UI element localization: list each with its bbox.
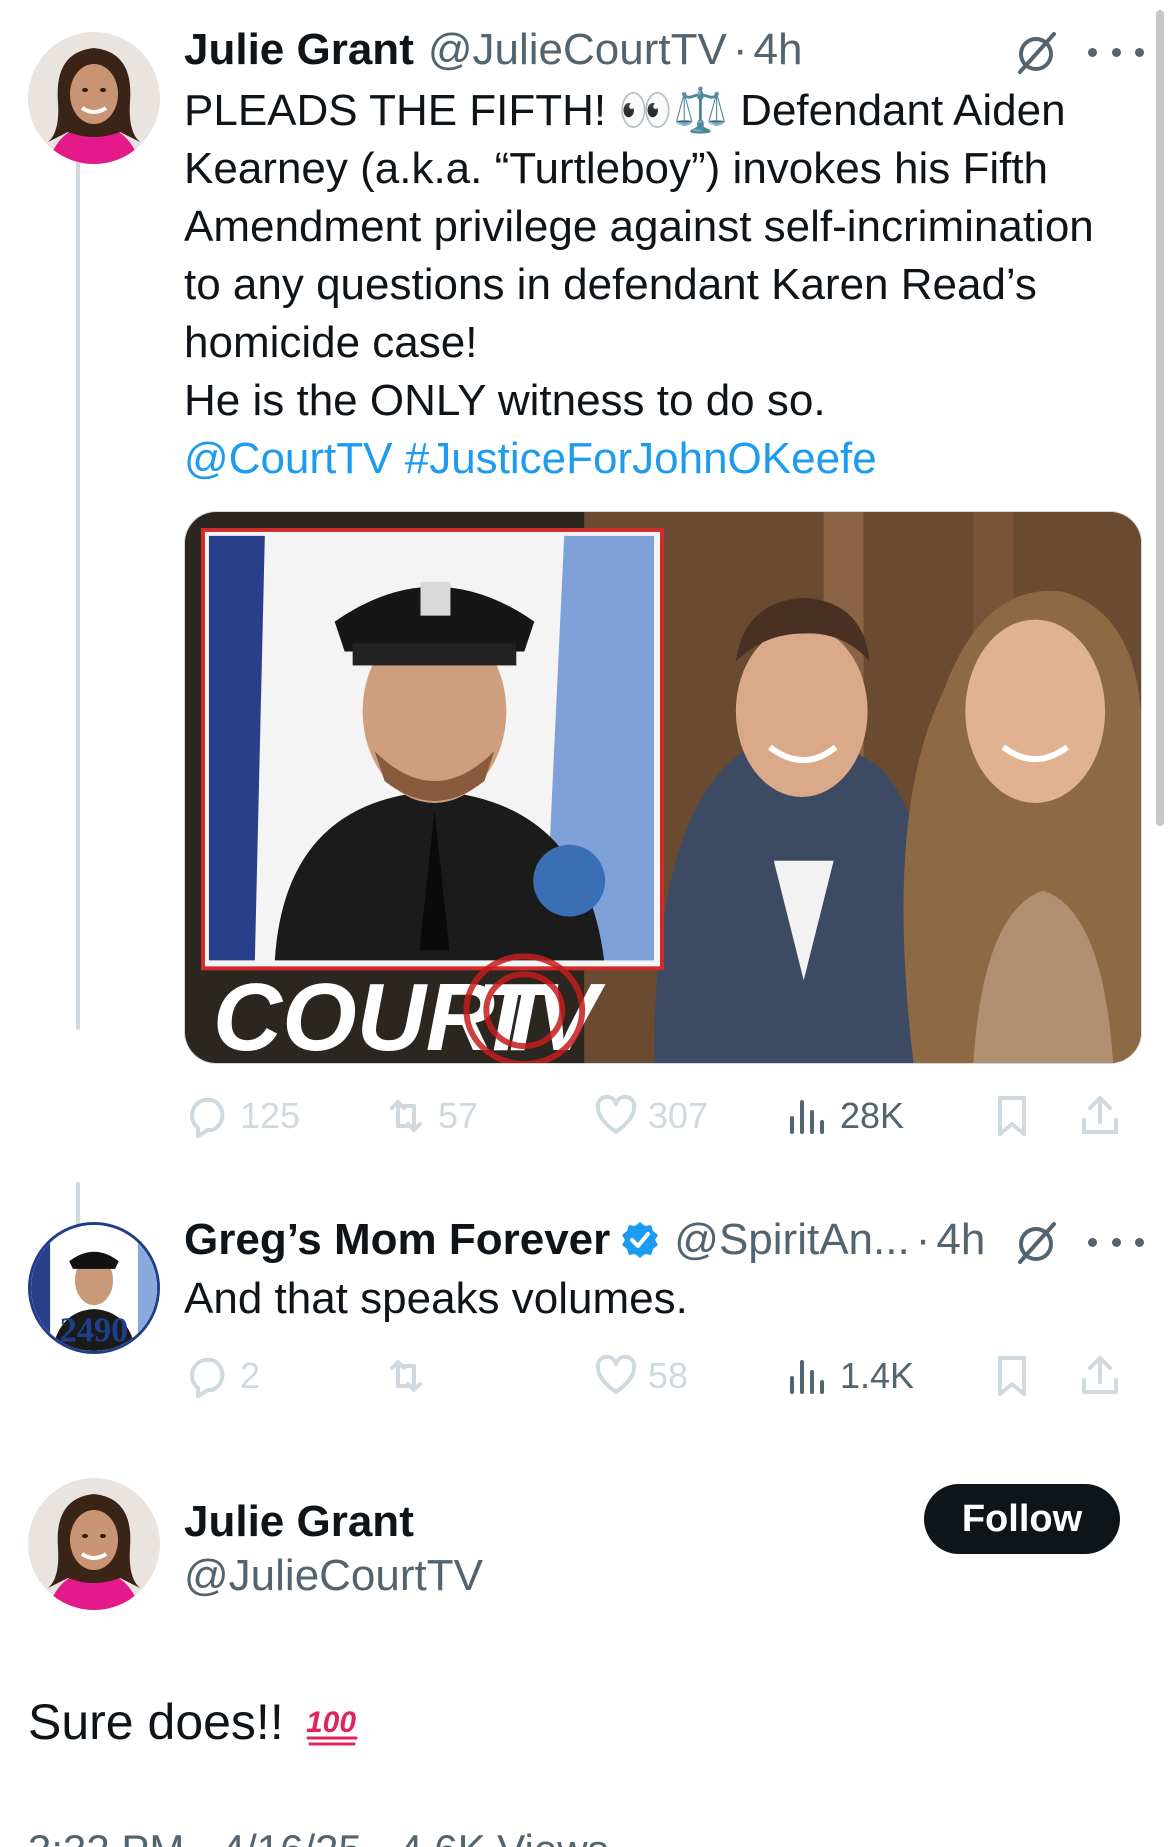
tweet-text-line: to any questions in defendant Karen Read… (184, 260, 1037, 309)
timestamp[interactable]: 4h (753, 22, 802, 78)
grok-icon[interactable] (1012, 28, 1060, 76)
tweet-text-line: Kearney (a.k.a. “Turtleboy”) invokes his… (184, 144, 1049, 193)
reply-icon (190, 1358, 225, 1398)
tweet-text-line: And that speaks volumes. (184, 1274, 688, 1323)
more-icon[interactable] (1088, 44, 1144, 60)
tweet-2-actions: 2 58 1.4K (184, 1346, 1144, 1406)
like-count: 307 (648, 1095, 709, 1136)
avatar[interactable] (28, 32, 160, 164)
more-icon[interactable] (1088, 1234, 1144, 1250)
scrollbar[interactable] (1156, 10, 1164, 826)
bookmark-button[interactable] (988, 1346, 1044, 1406)
avatar-badge: 2490 (60, 1311, 129, 1349)
hundred-emoji-text: 100 (306, 1706, 356, 1739)
like-button[interactable]: 307 (592, 1086, 708, 1146)
like-button[interactable]: 58 (592, 1346, 688, 1406)
share-button[interactable] (1076, 1346, 1132, 1406)
author-name[interactable]: Greg’s Mom Forever (184, 1212, 610, 1268)
tweet-text-line: Amendment privilege against self-incrimi… (184, 202, 1094, 251)
avatar[interactable]: 2490 (28, 1222, 160, 1354)
reply-button[interactable]: 125 (184, 1086, 300, 1146)
bookmark-icon (998, 1096, 1026, 1136)
like-count: 58 (648, 1355, 689, 1396)
views-icon (790, 1100, 824, 1134)
views-count: 28K (840, 1095, 905, 1136)
hashtag-link[interactable]: #JusticeForJohnOKeefe (405, 434, 877, 483)
share-icon (1082, 1096, 1118, 1134)
tweet-1-header: Julie Grant @JulieCourtTV · 4h (184, 22, 802, 78)
separator: · (915, 1215, 931, 1264)
verified-icon (622, 1222, 659, 1258)
author-name[interactable]: Julie Grant (184, 22, 414, 78)
repost-button[interactable] (382, 1346, 438, 1406)
author-handle[interactable]: @SpiritAn... (674, 1212, 909, 1268)
reply-text: Sure does!! 100 (28, 1690, 360, 1754)
repost-icon (390, 1100, 422, 1132)
like-icon (595, 1354, 637, 1394)
reply-button[interactable]: 2 (184, 1346, 260, 1406)
tweet-2-header: Greg’s Mom Forever @SpiritAn... · 4h (184, 1212, 985, 1268)
views-button[interactable]: 1.4K (784, 1346, 914, 1406)
repost-button[interactable]: 57 (382, 1086, 478, 1146)
mention-link[interactable]: @CourtTV (184, 434, 392, 483)
tweet-text-line: homicide case! (184, 318, 478, 367)
hundred-points-icon: 100 (306, 1706, 358, 1746)
avatar[interactable] (28, 1478, 160, 1610)
author-name[interactable]: Julie Grant (184, 1494, 414, 1550)
author-handle[interactable]: @JulieCourtTV (428, 22, 727, 78)
tweet-media-image[interactable]: COURT TV (184, 511, 1142, 1064)
tweet-text-line: PLEADS THE FIFTH! 👀⚖️ Defendant Aiden (184, 86, 1066, 135)
tweet-meta[interactable]: 3:32 PM · 4/16/25 · 4.6K Views (28, 1826, 609, 1847)
reply-icon (190, 1098, 225, 1138)
repost-count: 57 (438, 1095, 479, 1136)
like-icon (595, 1094, 637, 1134)
separator: · (732, 25, 748, 74)
bookmark-button[interactable] (988, 1086, 1044, 1146)
share-button[interactable] (1076, 1086, 1132, 1146)
follow-button[interactable]: Follow (924, 1484, 1120, 1554)
views-button[interactable]: 28K (784, 1086, 904, 1146)
tweet-2-text: And that speaks volumes. (184, 1270, 1144, 1328)
views-icon (790, 1360, 824, 1394)
share-icon (1082, 1356, 1118, 1394)
views-count: 1.4K (840, 1355, 915, 1396)
timestamp[interactable]: 4h (936, 1212, 985, 1268)
tweet-1-actions: 125 57 307 28K (184, 1086, 1144, 1146)
bookmark-icon (998, 1356, 1026, 1396)
reply-count: 2 (240, 1355, 261, 1396)
repost-icon (390, 1360, 422, 1392)
tweet-text-line: He is the ONLY witness to do so. (184, 376, 826, 425)
author-handle[interactable]: @JulieCourtTV (184, 1548, 483, 1604)
reply-text-content: Sure does!! (28, 1694, 284, 1750)
reply-count: 125 (240, 1095, 301, 1136)
grok-icon[interactable] (1012, 1218, 1060, 1266)
tweet-1-text: PLEADS THE FIFTH! 👀⚖️ Defendant Aiden Ke… (184, 82, 1144, 488)
thread-line-1 (76, 150, 80, 1030)
